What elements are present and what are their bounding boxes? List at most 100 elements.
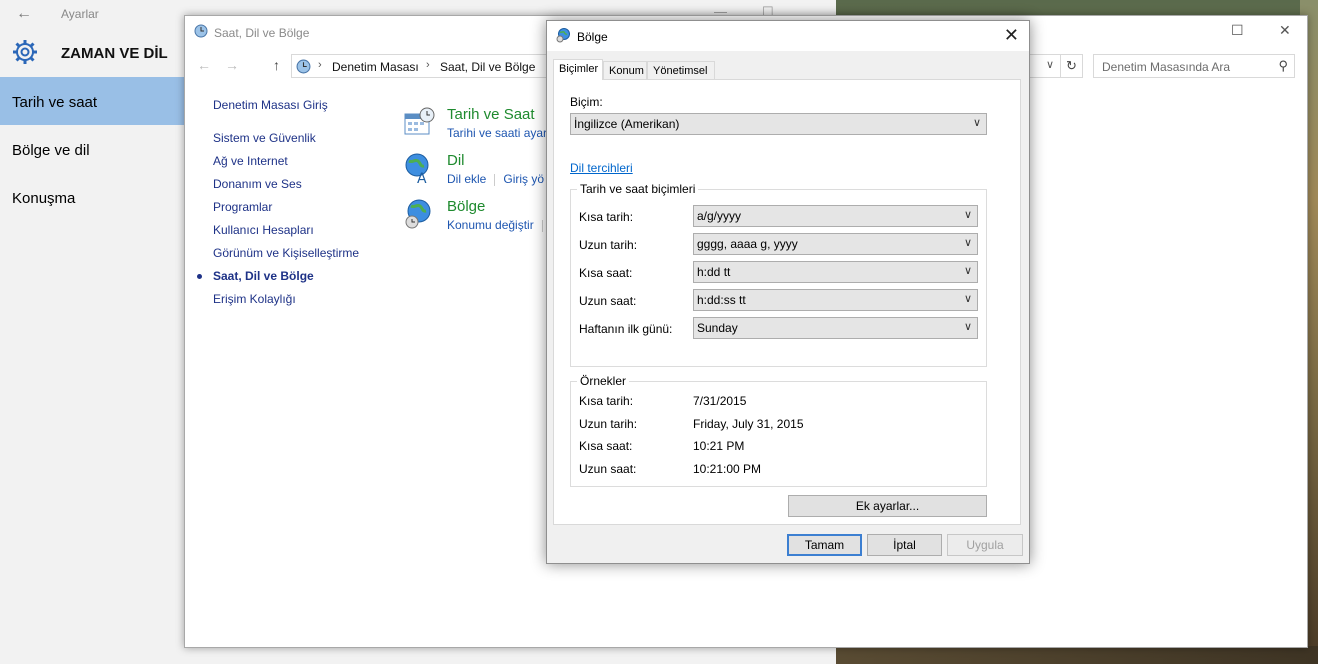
long-date-select[interactable]: gggg, aaaa g, yyyy ∨ [693,233,978,255]
current-bullet [197,274,202,279]
long-date-value: gggg, aaaa g, yyyy [697,237,798,251]
region-globe-icon [556,28,570,43]
clock-globe-icon [194,24,208,38]
region-dialog: Bölge ✕ Biçimler Konum Yönetimsel Biçim:… [546,20,1030,564]
gear-icon [13,40,37,64]
breadcrumb-item[interactable]: Saat, Dil ve Bölge [440,60,535,74]
tab-formats[interactable]: Biçimler [553,59,603,80]
long-time-label: Uzun saat: [579,294,637,308]
link-divider [541,219,543,232]
short-time-select[interactable]: h:dd tt ∨ [693,261,978,283]
group-title: Tarih ve saat biçimleri [577,182,699,196]
up-arrow-icon[interactable]: ↑ [273,57,280,73]
category-links: Konumu değiştir [447,218,551,232]
short-date-label: Kısa tarih: [579,210,634,224]
nav-link-current-label: Saat, Dil ve Bölge [213,269,314,283]
category-link[interactable]: Konumu değiştir [447,218,534,232]
cp-title: Saat, Dil ve Bölge [214,26,310,40]
first-day-value: Sunday [697,321,738,335]
dialog-titlebar: Bölge ✕ [547,21,1029,51]
nav-link-appearance[interactable]: Görünüm ve Kişiselleştirme [213,246,359,260]
category-link[interactable]: Tarihi ve saati ayarl [447,126,550,140]
format-select-value: İngilizce (Amerikan) [574,117,680,131]
chevron-right-icon: › [318,59,322,71]
example-value: Friday, July 31, 2015 [693,417,804,431]
format-select[interactable]: İngilizce (Amerikan) ∨ [570,113,987,135]
date-time-formats-group: Tarih ve saat biçimleri Kısa tarih: a/g/… [570,182,987,367]
nav-link-programs[interactable]: Programlar [213,200,272,214]
first-day-select[interactable]: Sunday ∨ [693,317,978,339]
section-title: ZAMAN VE DİL [61,45,168,62]
breadcrumb-item[interactable]: Denetim Masası [332,60,419,74]
group-title: Örnekler [577,374,630,388]
apply-button[interactable]: Uygula [947,534,1023,556]
close-icon[interactable]: ✕ [1279,22,1291,39]
chevron-down-icon: ∨ [963,237,972,249]
category-title[interactable]: Tarih ve Saat [447,106,535,123]
nav-link-hardware[interactable]: Donanım ve Ses [213,177,302,191]
additional-settings-button[interactable]: Ek ayarlar... [788,495,987,517]
long-date-label: Uzun tarih: [579,238,638,252]
nav-link-ease-of-access[interactable]: Erişim Kolaylığı [213,292,296,306]
short-date-value: a/g/yyyy [697,209,742,223]
example-value: 10:21 PM [693,439,745,453]
settings-app-title: Ayarlar [61,7,99,21]
chevron-down-icon[interactable]: ∨ [1046,58,1054,71]
category-links: Dil ekle Giriş yö [447,172,544,186]
nav-link-clock-language-region[interactable]: Saat, Dil ve Bölge [197,269,314,283]
nav-link-system-security[interactable]: Sistem ve Güvenlik [213,131,316,145]
language-globe-icon: A [405,153,429,184]
example-label: Uzun tarih: [579,417,638,431]
nav-item-region-language[interactable]: Bölge ve dil [0,125,184,173]
short-time-value: h:dd tt [697,265,731,279]
example-label: Uzun saat: [579,462,637,476]
example-label: Kısa saat: [579,439,633,453]
region-globe-icon [405,199,431,229]
close-icon[interactable]: ✕ [1004,25,1019,46]
back-arrow-icon[interactable]: ← [16,5,32,23]
language-preferences-link[interactable]: Dil tercihleri [570,161,633,175]
link-divider [494,173,496,186]
long-time-select[interactable]: h:dd:ss tt ∨ [693,289,978,311]
short-time-label: Kısa saat: [579,266,633,280]
ok-button[interactable]: Tamam [787,534,862,556]
nav-link-network[interactable]: Ağ ve Internet [213,154,288,168]
formats-panel: Biçim: İngilizce (Amerikan) ∨ Dil tercih… [553,79,1021,525]
tab-location[interactable]: Konum [603,61,647,79]
chevron-right-icon: › [426,59,430,71]
category-title[interactable]: Bölge [447,198,485,215]
back-arrow-icon[interactable]: ← [197,57,211,73]
svg-text:A: A [417,171,427,184]
dialog-title: Bölge [577,30,608,44]
search-icon[interactable]: ⚲ [1278,58,1288,74]
search-placeholder: Denetim Masasında Ara [1102,60,1231,74]
format-label: Biçim: [570,95,603,109]
refresh-button[interactable]: ↻ [1061,54,1083,78]
forward-arrow-icon[interactable]: → [225,57,239,73]
chevron-down-icon: ∨ [963,321,972,333]
maximize-icon[interactable]: ☐ [1231,22,1244,39]
example-value: 7/31/2015 [693,394,747,408]
search-input[interactable]: Denetim Masasında Ara ⚲ [1093,54,1295,78]
tab-administrative[interactable]: Yönetimsel [647,61,715,79]
calendar-clock-icon [404,107,435,135]
nav-link-home[interactable]: Denetim Masası Giriş [213,98,328,112]
examples-group: Örnekler Kısa tarih: 7/31/2015 Uzun tari… [570,374,987,487]
short-date-select[interactable]: a/g/yyyy ∨ [693,205,978,227]
category-link[interactable]: Dil ekle [447,172,486,186]
category-link[interactable]: Giriş yö [503,172,544,186]
long-time-value: h:dd:ss tt [697,293,746,307]
chevron-down-icon: ∨ [963,293,972,305]
category-title[interactable]: Dil [447,152,465,169]
cancel-button[interactable]: İptal [867,534,942,556]
chevron-down-icon: ∨ [963,265,972,277]
nav-item-date-time[interactable]: Tarih ve saat [0,77,184,125]
first-day-label: Haftanın ilk günü: [579,322,673,336]
settings-header: ZAMAN VE DİL [0,36,184,70]
example-value: 10:21:00 PM [693,462,762,476]
nav-item-speech[interactable]: Konuşma [0,173,184,221]
chevron-down-icon: ∨ [972,117,981,129]
chevron-down-icon: ∨ [963,209,972,221]
clock-globe-icon [296,59,311,74]
nav-link-user-accounts[interactable]: Kullanıcı Hesapları [213,223,314,237]
